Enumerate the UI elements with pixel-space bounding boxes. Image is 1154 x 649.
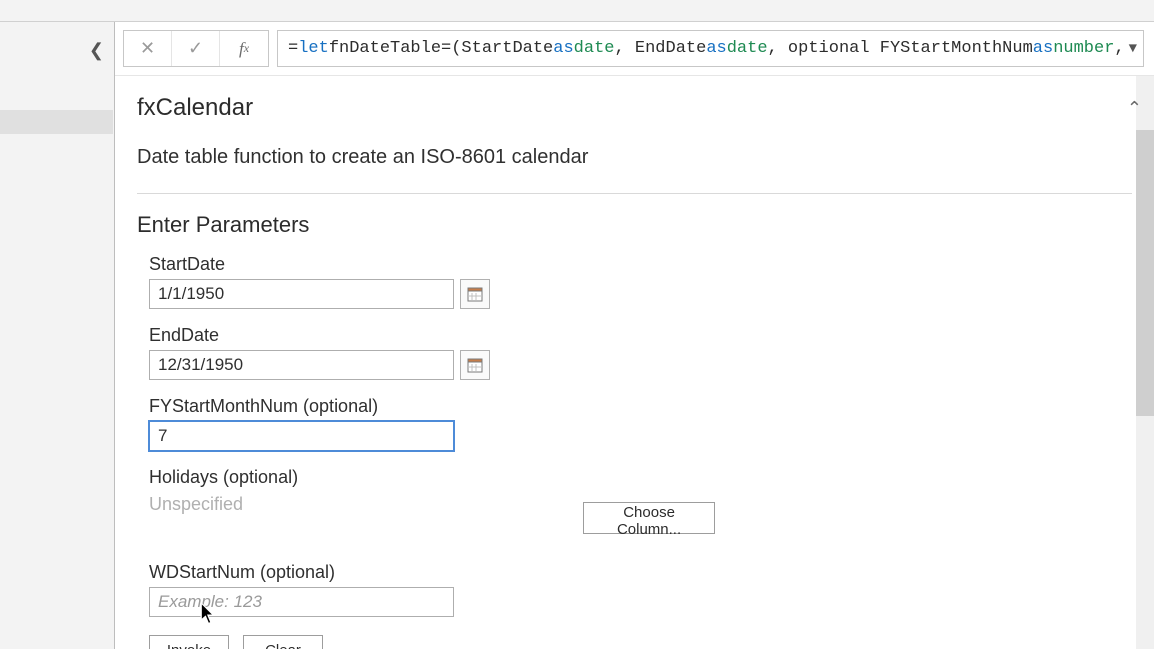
window-top-strip [0, 0, 1154, 22]
holidays-label: Holidays (optional) [149, 467, 1132, 488]
fx-icon[interactable]: fx [220, 31, 268, 66]
fystartmonthnum-label: FYStartMonthNum (optional) [149, 396, 1132, 417]
startdate-input[interactable] [149, 279, 454, 309]
function-name: fxCalendar [137, 94, 1132, 122]
calendar-icon [467, 286, 483, 302]
formula-bar-buttons: ✕ ✓ fx [123, 30, 269, 67]
enddate-input[interactable] [149, 350, 454, 380]
invoke-button[interactable]: Invoke [149, 635, 229, 649]
param-startdate: StartDate [149, 254, 1132, 309]
enddate-datepicker-button[interactable] [460, 350, 490, 380]
queries-pane-collapsed: ❮ [0, 22, 115, 649]
wdstartnum-input[interactable] [149, 587, 454, 617]
startdate-datepicker-button[interactable] [460, 279, 490, 309]
param-enddate: EndDate [149, 325, 1132, 380]
formula-bar-input[interactable]: = let fnDateTable = (StartDate as date, … [277, 30, 1144, 67]
main-panel: ✕ ✓ fx = let fnDateTable = (StartDate as… [115, 22, 1154, 649]
cancel-formula-icon[interactable]: ✕ [124, 31, 172, 66]
expand-formula-icon[interactable]: ▼ [1129, 41, 1137, 57]
wdstartnum-label: WDStartNum (optional) [149, 562, 1132, 583]
formula-bar-row: ✕ ✓ fx = let fnDateTable = (StartDate as… [115, 22, 1154, 76]
selected-query-indicator[interactable] [0, 110, 113, 134]
content-area: fxCalendar Date table function to create… [115, 76, 1154, 649]
calendar-icon [467, 357, 483, 373]
holidays-unspecified-text: Unspecified [149, 494, 243, 515]
separator [137, 193, 1132, 194]
action-buttons: Invoke Clear [149, 635, 1132, 649]
startdate-label: StartDate [149, 254, 1132, 275]
param-fystartmonthnum: FYStartMonthNum (optional) [149, 396, 1132, 451]
commit-formula-icon[interactable]: ✓ [172, 31, 220, 66]
choose-column-button[interactable]: Choose Column... [583, 502, 715, 534]
param-wdstartnum: WDStartNum (optional) [149, 562, 1132, 617]
expand-queries-icon[interactable]: ❮ [89, 40, 104, 61]
fystartmonthnum-input[interactable] [149, 421, 454, 451]
enter-parameters-heading: Enter Parameters [137, 212, 1132, 238]
function-description: Date table function to create an ISO-860… [137, 146, 1132, 169]
enddate-label: EndDate [149, 325, 1132, 346]
clear-button[interactable]: Clear [243, 635, 323, 649]
param-holidays: Holidays (optional) Unspecified Choose C… [149, 467, 1132, 534]
